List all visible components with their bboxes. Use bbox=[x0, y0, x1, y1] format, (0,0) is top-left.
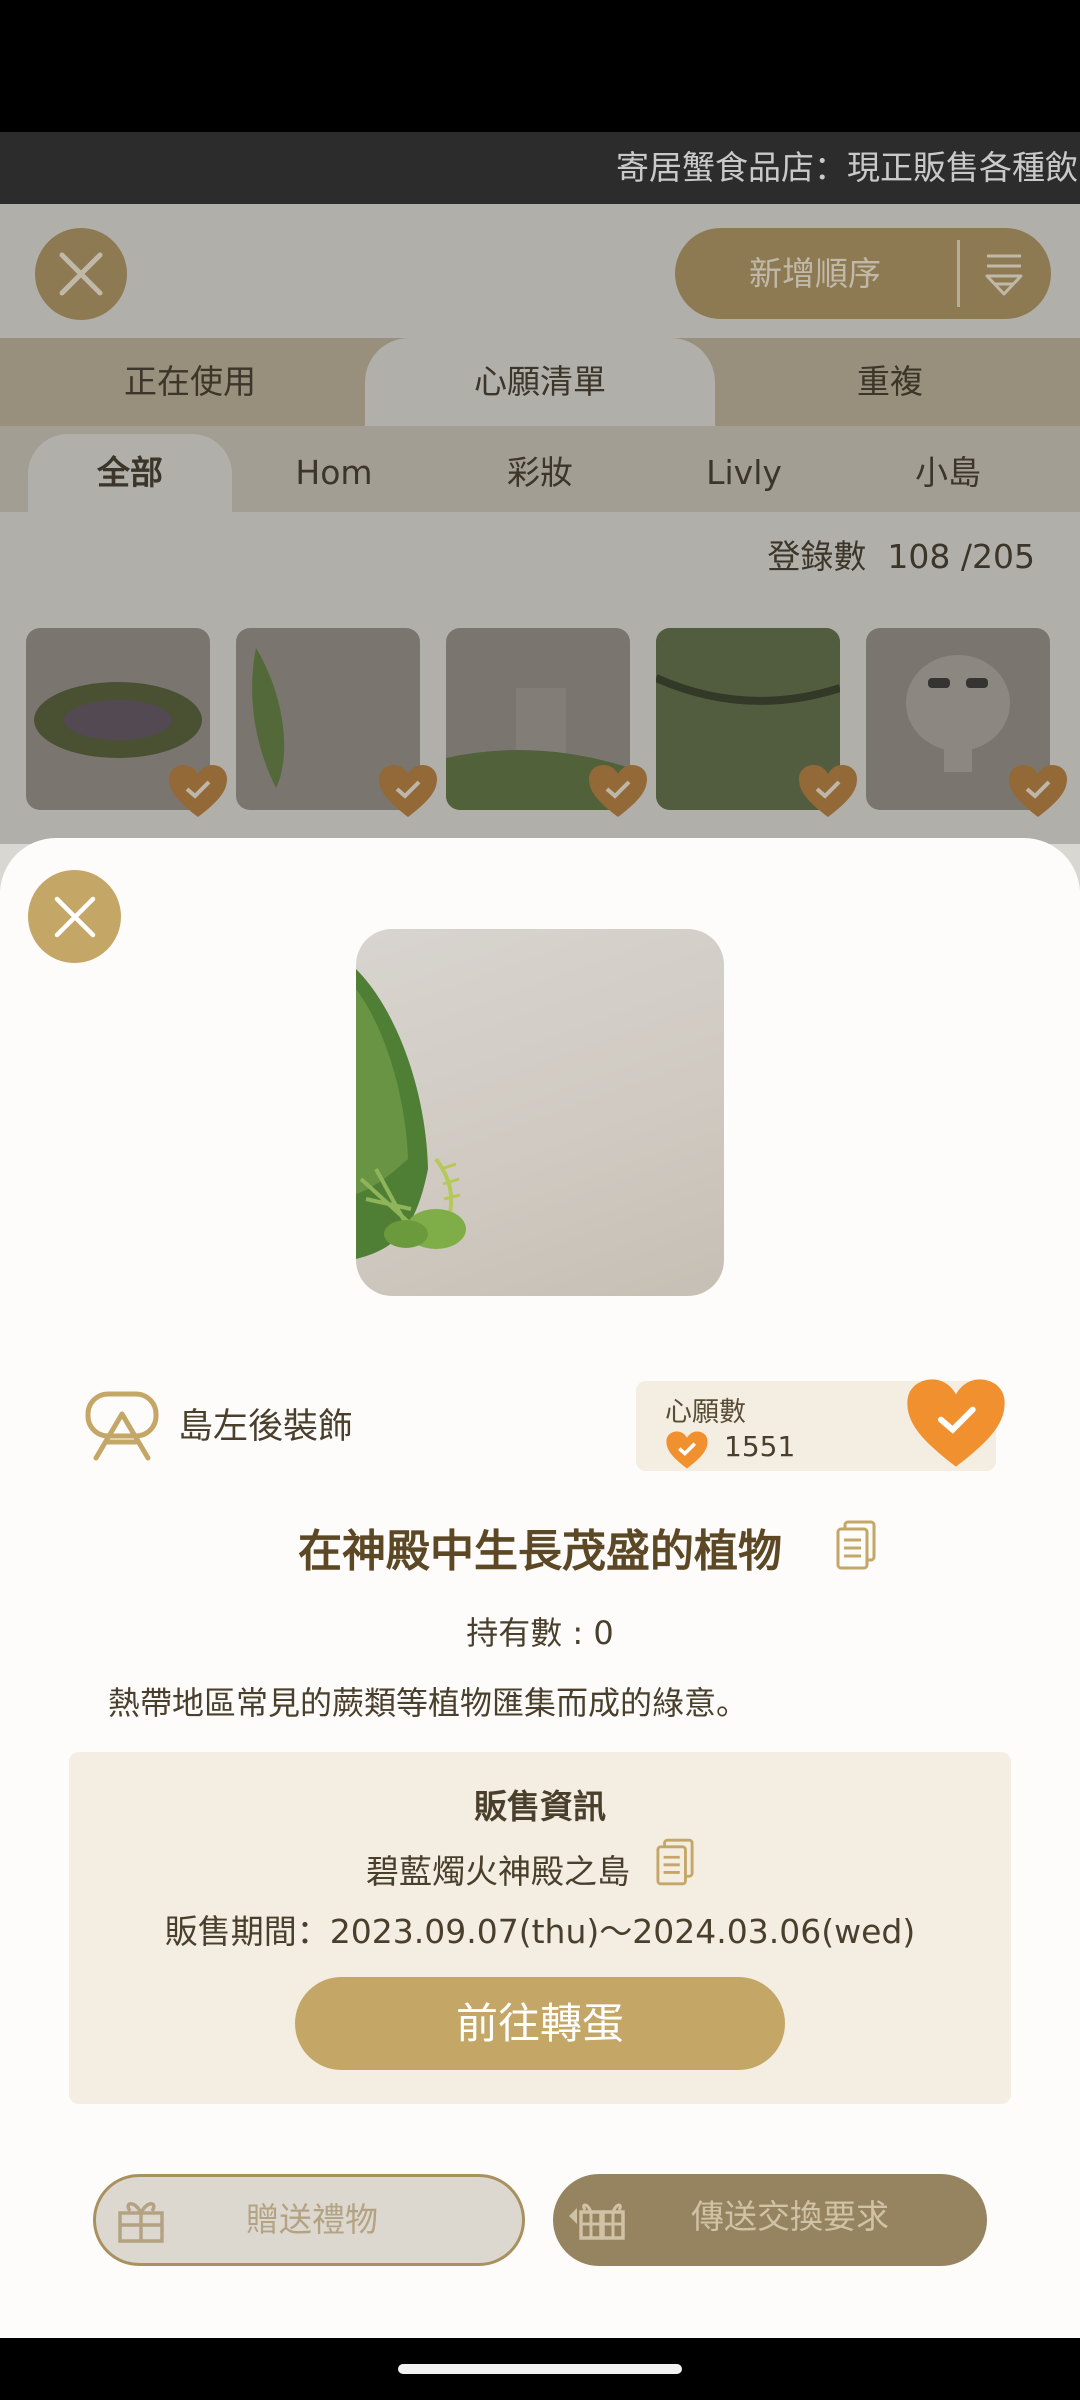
modal-overlay[interactable] bbox=[0, 204, 1080, 844]
screen: 寄居蟹食品店：現正販售各種飲 新增順序 正在使用 心願清單 重複 全部 Hom … bbox=[0, 0, 1080, 2400]
send-gift-button[interactable]: 贈送禮物 bbox=[93, 2174, 525, 2266]
item-name: 在神殿中生長茂盛的植物 bbox=[298, 1526, 782, 1577]
owned-count: 持有數 : 0 bbox=[466, 1614, 614, 1652]
sale-island-name: 碧藍燭火神殿之島 bbox=[366, 1852, 630, 1891]
island-decor-category-icon bbox=[85, 1391, 159, 1461]
wish-count-value: 1551 bbox=[724, 1430, 796, 1463]
home-indicator[interactable] bbox=[398, 2364, 682, 2374]
wishlist-toggle-heart-icon[interactable] bbox=[904, 1376, 1008, 1470]
ticker-text: 寄居蟹食品店：現正販售各種飲 bbox=[616, 148, 1078, 187]
category-label: 島左後裝飾 bbox=[178, 1407, 354, 1447]
temple-plant-image bbox=[356, 969, 466, 1259]
sale-info-title: 販售資訊 bbox=[474, 1787, 606, 1826]
send-trade-request-button[interactable]: 傳送交換要求 bbox=[553, 2174, 987, 2266]
close-button[interactable] bbox=[28, 870, 121, 963]
send-trade-label: 傳送交換要求 bbox=[691, 2197, 889, 2236]
small-heart-icon bbox=[666, 1431, 708, 1469]
wish-count-title: 心願數 bbox=[665, 1397, 746, 1428]
send-gift-label: 贈送禮物 bbox=[246, 2200, 378, 2239]
close-icon bbox=[54, 896, 95, 937]
news-ticker: 寄居蟹食品店：現正販售各種飲 bbox=[0, 132, 1080, 204]
go-to-gacha-button[interactable]: 前往轉蛋 bbox=[295, 1977, 785, 2070]
copy-icon[interactable] bbox=[836, 1520, 876, 1570]
item-preview-image bbox=[356, 929, 724, 1296]
item-description: 熱帶地區常見的蕨類等植物匯集而成的綠意。 bbox=[108, 1684, 749, 1722]
copy-icon[interactable] bbox=[656, 1838, 694, 1886]
sale-period: 販售期間：2023.09.07(thu)〜2024.03.06(wed) bbox=[164, 1912, 916, 1951]
